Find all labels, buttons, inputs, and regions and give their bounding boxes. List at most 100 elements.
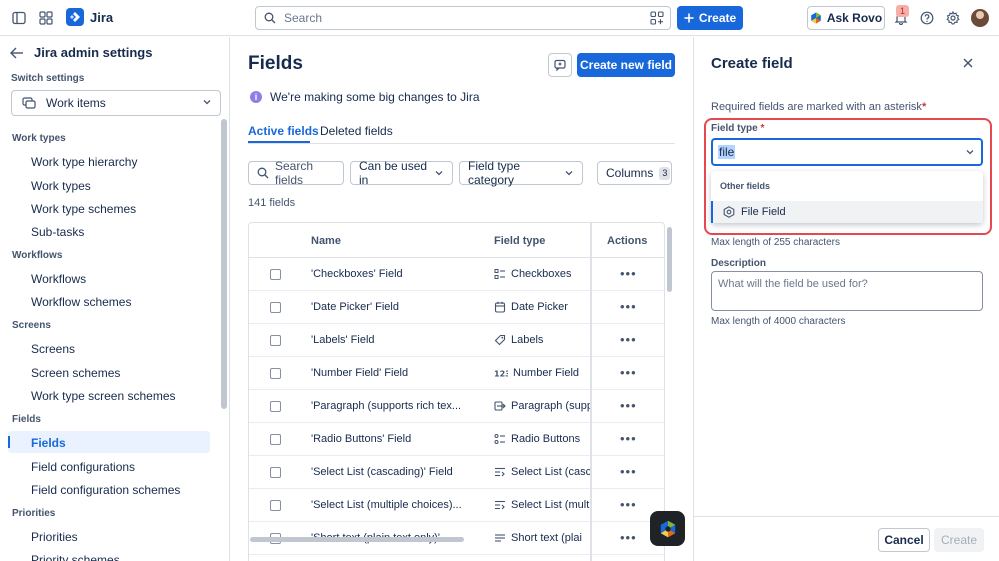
sidebar-title: Jira admin settings: [34, 45, 153, 60]
jira-logo-icon[interactable]: [66, 8, 84, 26]
search-fields-input[interactable]: Search fields: [248, 159, 344, 187]
row-checkbox[interactable]: [270, 401, 281, 412]
more-actions-icon[interactable]: •••: [620, 299, 637, 314]
sidebar-scrollbar[interactable]: [221, 119, 227, 409]
more-actions-icon[interactable]: •••: [620, 365, 637, 380]
user-avatar[interactable]: [971, 9, 989, 27]
field-name[interactable]: 'Paragraph (supports rich tex...: [311, 400, 461, 412]
row-checkbox[interactable]: [270, 467, 281, 478]
help-icon[interactable]: [915, 6, 939, 30]
more-actions-icon[interactable]: •••: [620, 266, 637, 281]
sidebar-item-field-configurations[interactable]: Field configurations: [31, 460, 135, 474]
sidebar-item-work-type-hierarchy[interactable]: Work type hierarchy: [31, 155, 137, 169]
more-actions-icon[interactable]: •••: [620, 464, 637, 479]
paragraph-icon: [494, 400, 506, 412]
file-field-icon: [723, 206, 735, 218]
global-search-input[interactable]: Search: [255, 6, 671, 30]
sidebar-section-work-types: Work types: [12, 133, 66, 144]
create-new-field-button[interactable]: Create new field: [577, 53, 675, 77]
sidebar-item-priority-schemes[interactable]: Priority schemes: [31, 553, 120, 561]
table-row[interactable]: 'Date Picker' Field Date Picker •••: [249, 291, 664, 324]
cancel-button[interactable]: Cancel: [878, 528, 930, 552]
create-button[interactable]: Create: [677, 6, 743, 30]
sidebar-toggle-icon[interactable]: [7, 6, 31, 30]
field-type-input-value[interactable]: file: [718, 145, 736, 159]
settings-gear-icon[interactable]: [941, 6, 965, 30]
table-row[interactable]: 'Checkboxes' Field Checkboxes •••: [249, 258, 664, 291]
field-name[interactable]: 'Radio Buttons' Field: [311, 433, 411, 445]
sidebar-item-work-type-schemes[interactable]: Work type schemes: [31, 202, 136, 216]
column-header-field-type[interactable]: Field type: [494, 235, 545, 247]
field-name[interactable]: 'Select List (multiple choices)...: [311, 499, 462, 511]
tab-deleted-fields[interactable]: Deleted fields: [320, 124, 393, 138]
row-checkbox[interactable]: [270, 434, 281, 445]
create-field-panel: Create field Required fields are marked …: [693, 37, 999, 561]
app-name[interactable]: Jira: [90, 10, 113, 25]
name-length-hint: Max length of 255 characters: [711, 237, 840, 248]
table-row[interactable]: 'Radio Buttons' Field Radio Buttons •••: [249, 423, 664, 456]
row-checkbox[interactable]: [270, 335, 281, 346]
dropdown-option-file-field[interactable]: File Field: [711, 201, 983, 223]
sidebar-item-screens[interactable]: Screens: [31, 342, 75, 356]
column-header-name[interactable]: Name: [311, 235, 341, 247]
sidebar-item-workflow-schemes[interactable]: Workflow schemes: [31, 295, 131, 309]
notice-text[interactable]: We're making some big changes to Jira: [270, 90, 480, 104]
description-textarea[interactable]: What will the field be used for?: [711, 271, 983, 311]
create-field-submit-button[interactable]: Create: [934, 528, 984, 552]
field-name[interactable]: 'Select List (cascading)' Field: [311, 466, 453, 478]
chevron-down-icon[interactable]: [965, 147, 975, 157]
sidebar-item-sub-tasks[interactable]: Sub-tasks: [31, 225, 84, 239]
sidebar-section-priorities: Priorities: [12, 508, 56, 519]
sidebar-item-priorities[interactable]: Priorities: [31, 530, 78, 544]
required-fields-note: Required fields are marked with an aster…: [711, 101, 927, 113]
row-checkbox[interactable]: [270, 500, 281, 511]
row-checkbox[interactable]: [270, 368, 281, 379]
top-navigation: Jira Search Create Ask Rovo 1: [0, 0, 999, 36]
table-row[interactable]: 'Select List (multiple choices)... Selec…: [249, 489, 664, 522]
info-icon: i: [250, 91, 262, 103]
rovo-chat-button[interactable]: [650, 511, 685, 546]
table-vertical-scrollbar[interactable]: [667, 227, 672, 292]
more-actions-icon[interactable]: •••: [620, 431, 637, 446]
settings-switcher-select[interactable]: Work items: [11, 90, 221, 116]
table-row[interactable]: 'Number Field' Field 123 Number Field ••…: [249, 357, 664, 390]
feedback-button[interactable]: [548, 53, 572, 77]
field-name[interactable]: 'Date Picker' Field: [311, 301, 399, 313]
field-name[interactable]: 'Number Field' Field: [311, 367, 408, 379]
svg-text:123: 123: [494, 370, 508, 379]
can-be-used-in-filter[interactable]: Can be used in: [350, 159, 453, 187]
field-type-select[interactable]: file: [711, 138, 983, 166]
row-checkbox[interactable]: [270, 302, 281, 313]
columns-button[interactable]: Columns 3: [597, 161, 672, 185]
panel-title: Create field: [711, 55, 793, 72]
app-switcher-icon[interactable]: [34, 6, 58, 30]
sidebar-item-work-types[interactable]: Work types: [31, 179, 91, 193]
chevron-down-icon: [434, 168, 444, 178]
field-name[interactable]: 'Checkboxes' Field: [311, 268, 403, 280]
table-row[interactable]: 'Select List (cascading)' Field Select L…: [249, 456, 664, 489]
back-to-admin-settings[interactable]: Jira admin settings: [10, 45, 152, 60]
table-row[interactable]: 'Paragraph (supports rich tex... Paragra…: [249, 390, 664, 423]
checkbox-list-icon: [494, 268, 506, 280]
field-type-cell: Paragraph (supp: [494, 400, 590, 412]
sidebar-item-field-configuration-schemes[interactable]: Field configuration schemes: [31, 483, 180, 497]
field-name[interactable]: 'Labels' Field: [311, 334, 375, 346]
tab-active-fields[interactable]: Active fields: [248, 124, 319, 138]
field-type-category-filter[interactable]: Field type category: [459, 159, 583, 187]
columns-count-badge: 3: [659, 166, 671, 180]
more-actions-icon[interactable]: •••: [620, 530, 637, 545]
more-actions-icon[interactable]: •••: [620, 497, 637, 512]
sidebar-item-screen-schemes[interactable]: Screen schemes: [31, 366, 120, 380]
sidebar-item-fields[interactable]: Fields: [31, 436, 66, 450]
search-placeholder: Search: [284, 11, 323, 25]
more-actions-icon[interactable]: •••: [620, 332, 637, 347]
table-horizontal-scrollbar[interactable]: [250, 537, 464, 542]
table-row[interactable]: 'Labels' Field Labels •••: [249, 324, 664, 357]
search-filter-icon[interactable]: [650, 11, 664, 25]
ask-rovo-button[interactable]: Ask Rovo: [807, 6, 885, 30]
row-checkbox[interactable]: [270, 269, 281, 280]
more-actions-icon[interactable]: •••: [620, 398, 637, 413]
sidebar-item-workflows[interactable]: Workflows: [31, 272, 86, 286]
close-icon[interactable]: [962, 57, 974, 69]
sidebar-item-work-type-screen-schemes[interactable]: Work type screen schemes: [31, 389, 176, 403]
